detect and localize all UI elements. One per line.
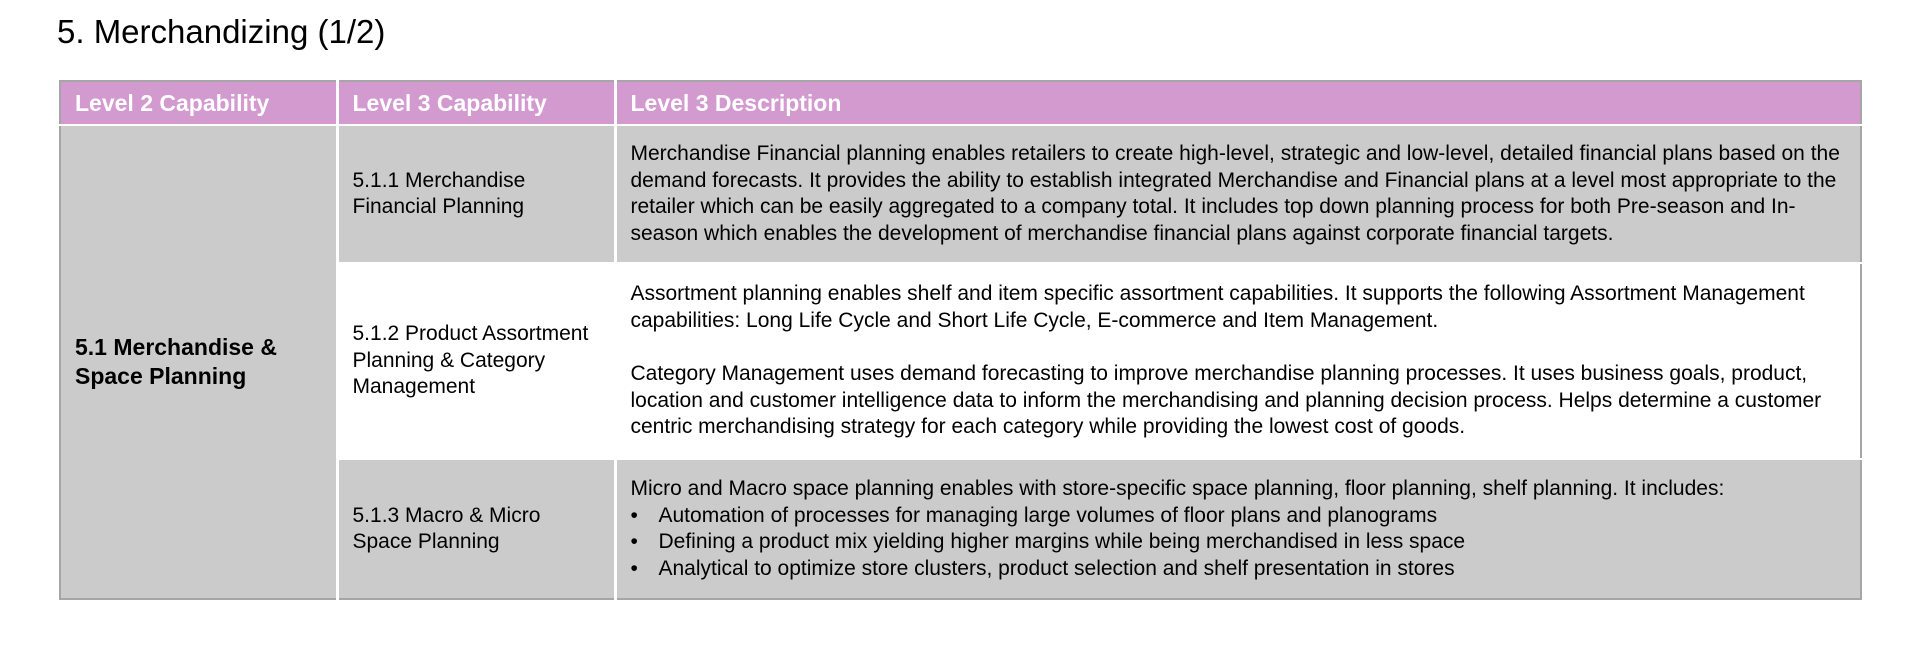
- bullet-icon: •: [630, 556, 638, 580]
- description-text: Merchandise Financial planning enables r…: [630, 142, 1840, 245]
- list-item-text: Automation of processes for managing lar…: [658, 503, 1438, 527]
- list-item-text: Defining a product mix yielding higher m…: [658, 530, 1466, 553]
- description-text: Assortment planning enables shelf and it…: [630, 282, 1805, 332]
- description-text: Category Management uses demand forecast…: [630, 362, 1822, 439]
- bullet-icon: •: [630, 503, 638, 527]
- level3-description-cell: Micro and Macro space planning enables w…: [615, 459, 1861, 599]
- list-item: • Analytical to optimize store clusters, …: [631, 556, 1847, 583]
- header-level3-capability: Level 3 Capability: [337, 81, 617, 126]
- page-title: 5. Merchandizing (1/2): [57, 13, 386, 50]
- table-row: 5.1 Merchandise & Space Planning 5.1.1 M…: [60, 125, 1861, 599]
- description-text: Micro and Macro space planning enables w…: [630, 477, 1725, 500]
- header-level3-description: Level 3 Description: [615, 81, 1861, 126]
- list-item-text: Analytical to optimize store clusters, p…: [658, 556, 1455, 580]
- bullet-list: • Automation of processes for managing la…: [631, 503, 1847, 583]
- header-row: Level 2 Capability Level 3 Capability Le…: [60, 81, 1861, 126]
- level3-description-cell: Assortment planning enables shelf and it…: [615, 263, 1861, 460]
- list-item: • Defining a product mix yielding higher …: [631, 529, 1847, 556]
- level3-capability-cell: 5.1.1 Merchandise Financial Planning: [337, 125, 617, 264]
- level3-capability-cell: 5.1.3 Macro & Micro Space Planning: [337, 459, 617, 599]
- level3-description-cell: Merchandise Financial planning enables r…: [615, 125, 1861, 264]
- level2-capability-cell: 5.1 Merchandise & Space Planning: [60, 125, 339, 599]
- level3-capability-cell: 5.1.2 Product Assortment Planning & Cate…: [337, 263, 617, 460]
- list-item: • Automation of processes for managing la…: [631, 503, 1847, 530]
- header-level2-capability: Level 2 Capability: [60, 81, 339, 126]
- bullet-icon: •: [630, 530, 638, 553]
- capability-table: Level 2 Capability Level 3 Capability Le…: [59, 80, 1862, 600]
